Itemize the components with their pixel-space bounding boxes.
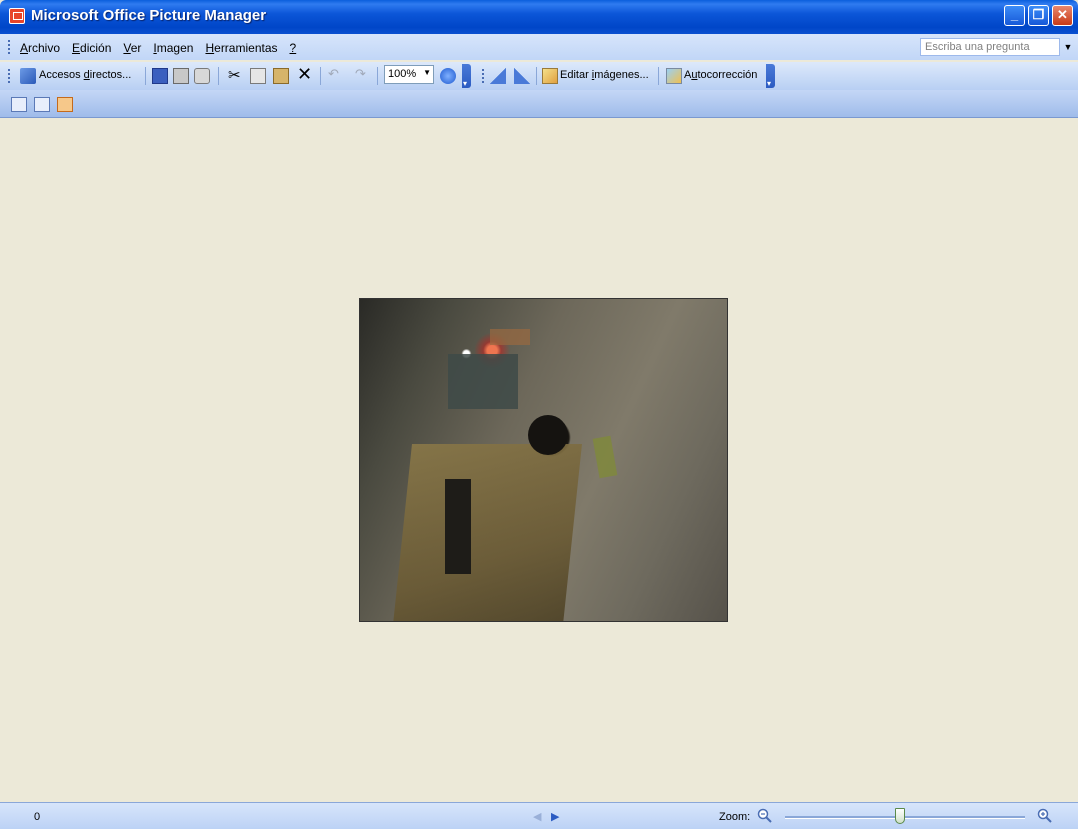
menu-grip-icon[interactable]: [8, 40, 13, 54]
toolbar-separator: [658, 67, 659, 85]
photo-detail: [448, 354, 518, 409]
photo-detail: [392, 444, 582, 621]
ask-question-dropdown-icon[interactable]: ▼: [1063, 40, 1073, 54]
photo-detail: [528, 415, 568, 455]
photo-detail: [445, 479, 471, 574]
save-icon[interactable]: [152, 68, 168, 84]
close-button[interactable]: ✕: [1052, 5, 1073, 26]
toolbar-separator: [536, 67, 537, 85]
single-picture-view-icon[interactable]: [57, 97, 73, 112]
menu-help[interactable]: ?: [290, 41, 297, 55]
print-icon[interactable]: [173, 68, 189, 84]
shortcuts-button[interactable]: Accesos directos...: [39, 69, 131, 81]
rotate-right-icon[interactable]: [514, 68, 530, 84]
picture-toolbar: Editar imágenes... Autocorrección: [476, 62, 780, 90]
toolbar-grip-icon[interactable]: [8, 69, 13, 83]
toolbar-separator: [145, 67, 146, 85]
zoom-combo[interactable]: 100% ▼: [384, 65, 434, 84]
menu-imagen[interactable]: Imagen: [153, 41, 193, 55]
paste-icon[interactable]: [273, 68, 289, 84]
view-bar: [0, 90, 1078, 118]
menu-archivo[interactable]: Archivo: [20, 41, 60, 55]
cut-icon[interactable]: ✂: [228, 66, 241, 84]
edit-pictures-icon[interactable]: [542, 68, 558, 84]
toolbar-options-icon[interactable]: [462, 64, 471, 88]
zoom-slider-thumb[interactable]: [895, 808, 906, 824]
send-icon[interactable]: [194, 68, 210, 84]
menu-ver[interactable]: Ver: [123, 41, 141, 55]
toolbar-separator: [320, 67, 321, 85]
picture-view-area: [0, 118, 1078, 802]
zoom-in-icon[interactable]: [1037, 808, 1053, 824]
picture-preview[interactable]: [359, 298, 728, 622]
toolbar-separator: [377, 67, 378, 85]
copy-icon[interactable]: [250, 68, 266, 84]
delete-icon[interactable]: ✕: [297, 64, 312, 85]
zoom-out-icon[interactable]: [757, 808, 773, 824]
autocorrect-button[interactable]: Autocorrección: [684, 69, 757, 81]
rotate-left-icon[interactable]: [490, 68, 506, 84]
previous-picture-icon[interactable]: ◀: [533, 810, 541, 823]
minimize-button[interactable]: _: [1004, 5, 1025, 26]
restore-button[interactable]: ❐: [1028, 5, 1049, 26]
zoom-label: Zoom:: [719, 811, 751, 823]
status-bar: 0 ◀ ▶ Zoom:: [0, 802, 1078, 829]
zoom-dropdown-icon[interactable]: ▼: [423, 68, 431, 77]
status-count: 0: [34, 811, 41, 823]
edit-pictures-button[interactable]: Editar imágenes...: [560, 69, 649, 81]
menu-bar: Archivo Edición Ver Imagen Herramientas …: [0, 34, 1078, 60]
window-title: Microsoft Office Picture Manager: [31, 7, 267, 24]
toolbar-options-icon[interactable]: [766, 64, 775, 88]
title-bar: Microsoft Office Picture Manager _ ❐ ✕: [0, 0, 1078, 34]
undo-icon[interactable]: ↶: [328, 66, 339, 82]
autocorrect-icon[interactable]: [666, 68, 682, 84]
thumbnail-view-icon[interactable]: [11, 97, 27, 112]
picture-manager-app-icon[interactable]: [9, 8, 25, 24]
shortcuts-icon[interactable]: [20, 68, 36, 84]
ask-question-input[interactable]: Escriba una pregunta: [920, 38, 1060, 56]
menu-edicion[interactable]: Edición: [72, 41, 111, 55]
menu-herramientas[interactable]: Herramientas: [205, 41, 277, 55]
photo-detail: [490, 329, 530, 345]
toolbar-separator: [218, 67, 219, 85]
filmstrip-view-icon[interactable]: [34, 97, 50, 112]
redo-icon[interactable]: ↷: [355, 66, 366, 82]
zoom-value: 100%: [388, 68, 417, 80]
toolbar-grip-icon[interactable]: [482, 69, 487, 83]
photo-detail: [592, 435, 618, 479]
next-picture-icon[interactable]: ▶: [551, 810, 559, 823]
help-icon[interactable]: [440, 68, 456, 84]
